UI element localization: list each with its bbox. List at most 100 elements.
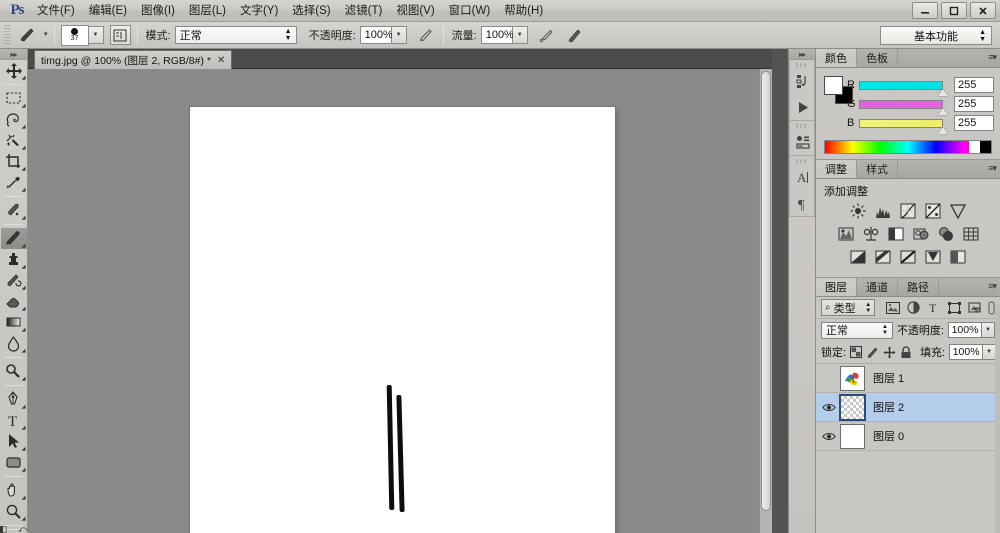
flow-input[interactable]: 100%	[480, 26, 514, 44]
eyedropper-tool[interactable]: ◢	[1, 172, 27, 193]
canvas-vertical-scrollbar[interactable]	[759, 69, 772, 533]
lock-all-icon[interactable]	[900, 345, 912, 360]
color-panel-tab-1[interactable]: 颜色	[816, 49, 857, 67]
lock-image-pixels-icon[interactable]	[866, 345, 879, 360]
filter-adjustment-layers-icon[interactable]	[906, 300, 921, 316]
layer-list[interactable]: 图层 1 图层 2 图层 0	[816, 363, 1000, 451]
channel-value-R[interactable]: 255	[954, 77, 994, 93]
blend-mode-select[interactable]: 正常 ▲ ▼	[174, 26, 297, 44]
brush-panel-toggle-icon[interactable]	[109, 25, 131, 45]
channel-slider-thumb-R[interactable]	[938, 88, 948, 96]
menu-type[interactable]: 文字(Y)	[233, 1, 285, 21]
channel-slider-thumb-G[interactable]	[938, 107, 948, 115]
group-drag-handle[interactable]	[796, 63, 808, 67]
properties-panel-icon[interactable]	[790, 129, 816, 155]
tool-preset-chevron[interactable]: ▾	[44, 31, 48, 38]
menu-help[interactable]: 帮助(H)	[497, 1, 550, 21]
menu-layer[interactable]: 图层(L)	[182, 1, 233, 21]
photo-filter-icon[interactable]	[911, 225, 930, 243]
threshold-icon[interactable]	[899, 248, 918, 266]
filter-pixel-layers-icon[interactable]	[885, 300, 900, 316]
menu-edit[interactable]: 编辑(E)	[82, 1, 134, 21]
spectrum-white-swatch[interactable]	[969, 141, 980, 153]
layers-panel-tab-3[interactable]: 路径	[898, 278, 939, 296]
layer-row[interactable]: 图层 0	[816, 422, 1000, 451]
brightness-contrast-icon[interactable]	[849, 202, 868, 220]
layer-blend-mode-select[interactable]: 正常 ▲ ▼	[821, 321, 893, 339]
airbrush-icon[interactable]	[536, 25, 558, 46]
color-panel-swatches[interactable]	[824, 76, 853, 104]
workspace-switcher[interactable]: 基本功能 ▲ ▼	[880, 26, 992, 45]
color-spectrum-ramp[interactable]	[824, 140, 992, 154]
layer-row[interactable]: 图层 2	[816, 393, 1000, 422]
default-colors-icon[interactable]: ◧	[0, 524, 7, 533]
menu-filter[interactable]: 滤镜(T)	[338, 1, 390, 21]
gradient-tool[interactable]: ◢	[1, 312, 27, 333]
menu-window[interactable]: 窗口(W)	[442, 1, 498, 21]
dodge-tool[interactable]: ◢	[1, 361, 27, 382]
type-tool[interactable]: T ◢	[1, 410, 27, 431]
channel-slider-G[interactable]	[859, 99, 948, 115]
pen-tool[interactable]: ◢	[1, 389, 27, 410]
color-lookup-icon[interactable]	[961, 225, 980, 243]
lock-transparent-pixels-icon[interactable]	[850, 345, 863, 360]
adjustments-panel-menu-icon[interactable]: ≡▾	[988, 163, 997, 174]
vibrance-icon[interactable]	[949, 202, 968, 220]
levels-icon[interactable]	[874, 202, 893, 220]
color-panel-tab-2[interactable]: 色板	[857, 49, 898, 67]
tools-panel-collapse-handle[interactable]: ▸▸	[0, 49, 27, 60]
adjustments-panel-tab-1[interactable]: 调整	[816, 160, 857, 178]
layers-panel-menu-icon[interactable]: ≡▾	[988, 281, 997, 292]
layer-opacity-input[interactable]: 100%	[948, 322, 982, 338]
path-selection-tool[interactable]: ◢	[1, 431, 27, 452]
layer-filter-type-select[interactable]: ⌕ 类型 ▲ ▼	[821, 299, 876, 316]
layer-fill-input[interactable]: 100%	[949, 344, 984, 360]
brush-tool[interactable]: ◢	[0, 228, 27, 249]
layer-thumbnail[interactable]	[839, 393, 866, 421]
color-balance-icon[interactable]	[861, 225, 880, 243]
layer-row[interactable]: 图层 1	[816, 364, 1000, 393]
hand-tool[interactable]: ◢	[1, 480, 27, 501]
swap-colors-icon[interactable]: ⤺	[18, 524, 28, 533]
hue-saturation-icon[interactable]	[836, 225, 855, 243]
canvas-area[interactable]	[28, 69, 772, 533]
blur-tool[interactable]: ◢	[1, 333, 27, 354]
brush-size-preview[interactable]: 37	[60, 24, 89, 46]
layer-thumbnail[interactable]	[840, 365, 865, 391]
options-bar-grip[interactable]	[4, 25, 11, 45]
menu-image[interactable]: 图像(I)	[134, 1, 182, 21]
history-panel-icon[interactable]	[790, 68, 816, 94]
history-brush-tool[interactable]: ◢	[1, 270, 27, 291]
paragraph-panel-icon[interactable]: ¶	[790, 190, 816, 216]
crop-tool[interactable]: ◢	[1, 151, 27, 172]
minimize-button[interactable]	[912, 2, 938, 19]
exposure-icon[interactable]	[924, 202, 943, 220]
layers-panel-tab-2[interactable]: 通道	[857, 278, 898, 296]
actions-panel-icon[interactable]	[790, 94, 816, 120]
group-drag-handle-3[interactable]	[796, 159, 808, 163]
menu-select[interactable]: 选择(S)	[285, 1, 337, 21]
channel-slider-thumb-B[interactable]	[938, 126, 948, 134]
rectangle-tool[interactable]: ◢	[1, 452, 27, 473]
flow-dropdown-arrow[interactable]: ▼	[512, 26, 528, 44]
posterize-icon[interactable]	[874, 248, 893, 266]
close-button[interactable]	[970, 2, 996, 19]
black-white-icon[interactable]	[886, 225, 905, 243]
opacity-input[interactable]: 100%	[359, 26, 393, 44]
zoom-tool[interactable]: ◢	[1, 501, 27, 522]
channel-slider-B[interactable]	[859, 118, 948, 134]
color-panel-foreground[interactable]	[824, 76, 843, 95]
spectrum-black-swatch[interactable]	[980, 141, 991, 153]
canvas-scrollbar-thumb[interactable]	[761, 71, 771, 511]
gradient-map-icon[interactable]	[924, 248, 943, 266]
layer-visibility-toggle[interactable]	[818, 402, 840, 413]
move-tool[interactable]: ◢	[1, 60, 27, 81]
channel-value-B[interactable]: 255	[954, 115, 994, 131]
maximize-button[interactable]	[941, 2, 967, 19]
adjustments-panel-tab-2[interactable]: 样式	[857, 160, 898, 178]
channel-value-G[interactable]: 255	[954, 96, 994, 112]
menu-file[interactable]: 文件(F)	[30, 1, 82, 21]
group-drag-handle-2[interactable]	[796, 124, 808, 128]
quick-selection-tool[interactable]: ◢	[1, 130, 27, 151]
menu-view[interactable]: 视图(V)	[389, 1, 441, 21]
